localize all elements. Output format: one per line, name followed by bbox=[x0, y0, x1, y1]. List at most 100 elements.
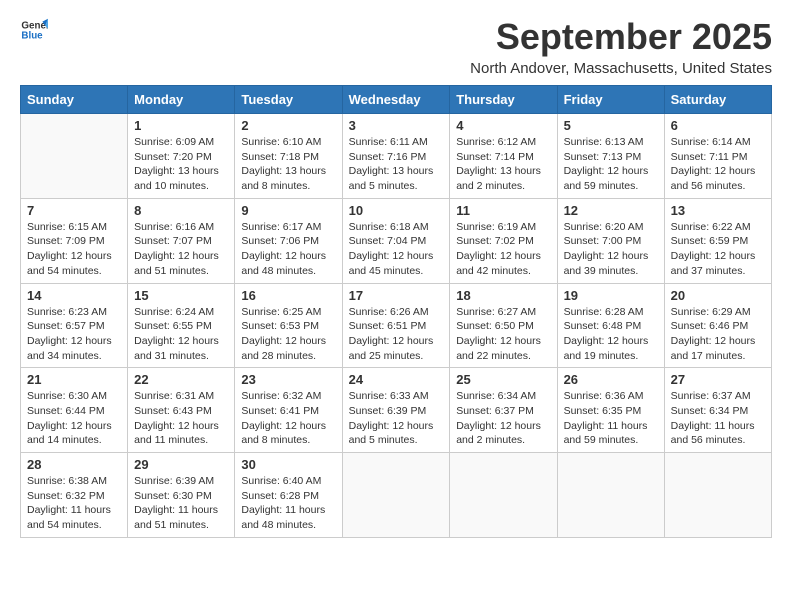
day-number: 24 bbox=[349, 372, 444, 387]
calendar-cell: 17 Sunrise: 6:26 AM Sunset: 6:51 PM Dayli… bbox=[342, 283, 450, 368]
calendar-cell: 29 Sunrise: 6:39 AM Sunset: 6:30 PM Dayli… bbox=[128, 453, 235, 538]
cell-content: Sunrise: 6:09 AM Sunset: 7:20 PM Dayligh… bbox=[134, 135, 228, 194]
cell-content: Sunrise: 6:12 AM Sunset: 7:14 PM Dayligh… bbox=[456, 135, 550, 194]
day-number: 2 bbox=[241, 118, 335, 133]
day-of-week-header: Saturday bbox=[664, 86, 771, 114]
day-of-week-header: Friday bbox=[557, 86, 664, 114]
cell-content: Sunrise: 6:40 AM Sunset: 6:28 PM Dayligh… bbox=[241, 474, 335, 533]
day-number: 5 bbox=[564, 118, 658, 133]
calendar-cell bbox=[21, 114, 128, 199]
day-number: 12 bbox=[564, 203, 658, 218]
cell-content: Sunrise: 6:20 AM Sunset: 7:00 PM Dayligh… bbox=[564, 220, 658, 279]
cell-content: Sunrise: 6:25 AM Sunset: 6:53 PM Dayligh… bbox=[241, 305, 335, 364]
calendar-cell bbox=[557, 453, 664, 538]
calendar-cell: 26Sunrise: 6:36 AM Sunset: 6:35 PM Dayli… bbox=[557, 368, 664, 453]
day-number: 17 bbox=[349, 288, 444, 303]
calendar-cell: 12 Sunrise: 6:20 AM Sunset: 7:00 PM Dayli… bbox=[557, 198, 664, 283]
day-number: 10 bbox=[349, 203, 444, 218]
day-number: 22 bbox=[134, 372, 228, 387]
day-number: 25 bbox=[456, 372, 550, 387]
title-area: September 2025 North Andover, Massachuse… bbox=[470, 16, 772, 77]
cell-content: Sunrise: 6:14 AM Sunset: 7:11 PM Dayligh… bbox=[671, 135, 765, 194]
cell-content: Sunrise: 6:15 AM Sunset: 7:09 PM Dayligh… bbox=[27, 220, 121, 279]
day-number: 16 bbox=[241, 288, 335, 303]
calendar-cell: 11 Sunrise: 6:19 AM Sunset: 7:02 PM Dayli… bbox=[450, 198, 557, 283]
calendar-cell: 30Sunrise: 6:40 AM Sunset: 6:28 PM Dayli… bbox=[235, 453, 342, 538]
calendar-cell: 22 Sunrise: 6:31 AM Sunset: 6:43 PM Dayli… bbox=[128, 368, 235, 453]
cell-content: Sunrise: 6:23 AM Sunset: 6:57 PM Dayligh… bbox=[27, 305, 121, 364]
cell-content: Sunrise: 6:30 AM Sunset: 6:44 PM Dayligh… bbox=[27, 389, 121, 448]
calendar-cell: 23Sunrise: 6:32 AM Sunset: 6:41 PM Dayli… bbox=[235, 368, 342, 453]
day-number: 13 bbox=[671, 203, 765, 218]
calendar-cell: 6 Sunrise: 6:14 AM Sunset: 7:11 PM Daylig… bbox=[664, 114, 771, 199]
calendar-cell: 24Sunrise: 6:33 AM Sunset: 6:39 PM Dayli… bbox=[342, 368, 450, 453]
cell-content: Sunrise: 6:28 AM Sunset: 6:48 PM Dayligh… bbox=[564, 305, 658, 364]
day-number: 26 bbox=[564, 372, 658, 387]
day-number: 28 bbox=[27, 457, 121, 472]
calendar-week-row: 14 Sunrise: 6:23 AM Sunset: 6:57 PM Dayli… bbox=[21, 283, 772, 368]
day-number: 14 bbox=[27, 288, 121, 303]
calendar-week-row: 1 Sunrise: 6:09 AM Sunset: 7:20 PM Daylig… bbox=[21, 114, 772, 199]
day-number: 20 bbox=[671, 288, 765, 303]
calendar-cell: 27 Sunrise: 6:37 AM Sunset: 6:34 PM Dayli… bbox=[664, 368, 771, 453]
cell-content: Sunrise: 6:26 AM Sunset: 6:51 PM Dayligh… bbox=[349, 305, 444, 364]
day-number: 9 bbox=[241, 203, 335, 218]
day-number: 1 bbox=[134, 118, 228, 133]
cell-content: Sunrise: 6:29 AM Sunset: 6:46 PM Dayligh… bbox=[671, 305, 765, 364]
calendar-cell: 25 Sunrise: 6:34 AM Sunset: 6:37 PM Dayli… bbox=[450, 368, 557, 453]
day-number: 18 bbox=[456, 288, 550, 303]
calendar-cell: 18 Sunrise: 6:27 AM Sunset: 6:50 PM Dayli… bbox=[450, 283, 557, 368]
calendar-cell: 4 Sunrise: 6:12 AM Sunset: 7:14 PM Daylig… bbox=[450, 114, 557, 199]
cell-content: Sunrise: 6:10 AM Sunset: 7:18 PM Dayligh… bbox=[241, 135, 335, 194]
calendar-cell: 15 Sunrise: 6:24 AM Sunset: 6:55 PM Dayli… bbox=[128, 283, 235, 368]
day-number: 3 bbox=[349, 118, 444, 133]
header: General Blue September 2025 North Andove… bbox=[20, 16, 772, 77]
day-number: 11 bbox=[456, 203, 550, 218]
calendar-cell: 8 Sunrise: 6:16 AM Sunset: 7:07 PM Daylig… bbox=[128, 198, 235, 283]
cell-content: Sunrise: 6:31 AM Sunset: 6:43 PM Dayligh… bbox=[134, 389, 228, 448]
cell-content: Sunrise: 6:27 AM Sunset: 6:50 PM Dayligh… bbox=[456, 305, 550, 364]
calendar-cell: 19 Sunrise: 6:28 AM Sunset: 6:48 PM Dayli… bbox=[557, 283, 664, 368]
day-of-week-header: Wednesday bbox=[342, 86, 450, 114]
cell-content: Sunrise: 6:34 AM Sunset: 6:37 PM Dayligh… bbox=[456, 389, 550, 448]
cell-content: Sunrise: 6:24 AM Sunset: 6:55 PM Dayligh… bbox=[134, 305, 228, 364]
cell-content: Sunrise: 6:37 AM Sunset: 6:34 PM Dayligh… bbox=[671, 389, 765, 448]
cell-content: Sunrise: 6:22 AM Sunset: 6:59 PM Dayligh… bbox=[671, 220, 765, 279]
calendar-week-row: 21 Sunrise: 6:30 AM Sunset: 6:44 PM Dayli… bbox=[21, 368, 772, 453]
calendar-cell: 9 Sunrise: 6:17 AM Sunset: 7:06 PM Daylig… bbox=[235, 198, 342, 283]
day-number: 15 bbox=[134, 288, 228, 303]
calendar-header-row: SundayMondayTuesdayWednesdayThursdayFrid… bbox=[21, 86, 772, 114]
calendar-cell: 1 Sunrise: 6:09 AM Sunset: 7:20 PM Daylig… bbox=[128, 114, 235, 199]
day-number: 19 bbox=[564, 288, 658, 303]
calendar-week-row: 7Sunrise: 6:15 AM Sunset: 7:09 PM Daylig… bbox=[21, 198, 772, 283]
day-number: 6 bbox=[671, 118, 765, 133]
cell-content: Sunrise: 6:39 AM Sunset: 6:30 PM Dayligh… bbox=[134, 474, 228, 533]
svg-text:Blue: Blue bbox=[21, 30, 43, 41]
calendar-cell: 7Sunrise: 6:15 AM Sunset: 7:09 PM Daylig… bbox=[21, 198, 128, 283]
cell-content: Sunrise: 6:18 AM Sunset: 7:04 PM Dayligh… bbox=[349, 220, 444, 279]
calendar-cell: 2 Sunrise: 6:10 AM Sunset: 7:18 PM Daylig… bbox=[235, 114, 342, 199]
day-number: 27 bbox=[671, 372, 765, 387]
day-of-week-header: Tuesday bbox=[235, 86, 342, 114]
day-of-week-header: Sunday bbox=[21, 86, 128, 114]
month-title: September 2025 bbox=[470, 16, 772, 58]
cell-content: Sunrise: 6:13 AM Sunset: 7:13 PM Dayligh… bbox=[564, 135, 658, 194]
cell-content: Sunrise: 6:38 AM Sunset: 6:32 PM Dayligh… bbox=[27, 474, 121, 533]
cell-content: Sunrise: 6:17 AM Sunset: 7:06 PM Dayligh… bbox=[241, 220, 335, 279]
calendar-cell: 20 Sunrise: 6:29 AM Sunset: 6:46 PM Dayli… bbox=[664, 283, 771, 368]
calendar-cell: 16 Sunrise: 6:25 AM Sunset: 6:53 PM Dayli… bbox=[235, 283, 342, 368]
calendar-cell: 14 Sunrise: 6:23 AM Sunset: 6:57 PM Dayli… bbox=[21, 283, 128, 368]
day-number: 4 bbox=[456, 118, 550, 133]
calendar-cell bbox=[450, 453, 557, 538]
day-number: 21 bbox=[27, 372, 121, 387]
day-of-week-header: Thursday bbox=[450, 86, 557, 114]
day-number: 23 bbox=[241, 372, 335, 387]
cell-content: Sunrise: 6:19 AM Sunset: 7:02 PM Dayligh… bbox=[456, 220, 550, 279]
location-title: North Andover, Massachusetts, United Sta… bbox=[470, 60, 772, 77]
day-number: 8 bbox=[134, 203, 228, 218]
logo: General Blue bbox=[20, 16, 48, 44]
calendar-cell bbox=[664, 453, 771, 538]
cell-content: Sunrise: 6:16 AM Sunset: 7:07 PM Dayligh… bbox=[134, 220, 228, 279]
day-number: 29 bbox=[134, 457, 228, 472]
calendar-cell bbox=[342, 453, 450, 538]
